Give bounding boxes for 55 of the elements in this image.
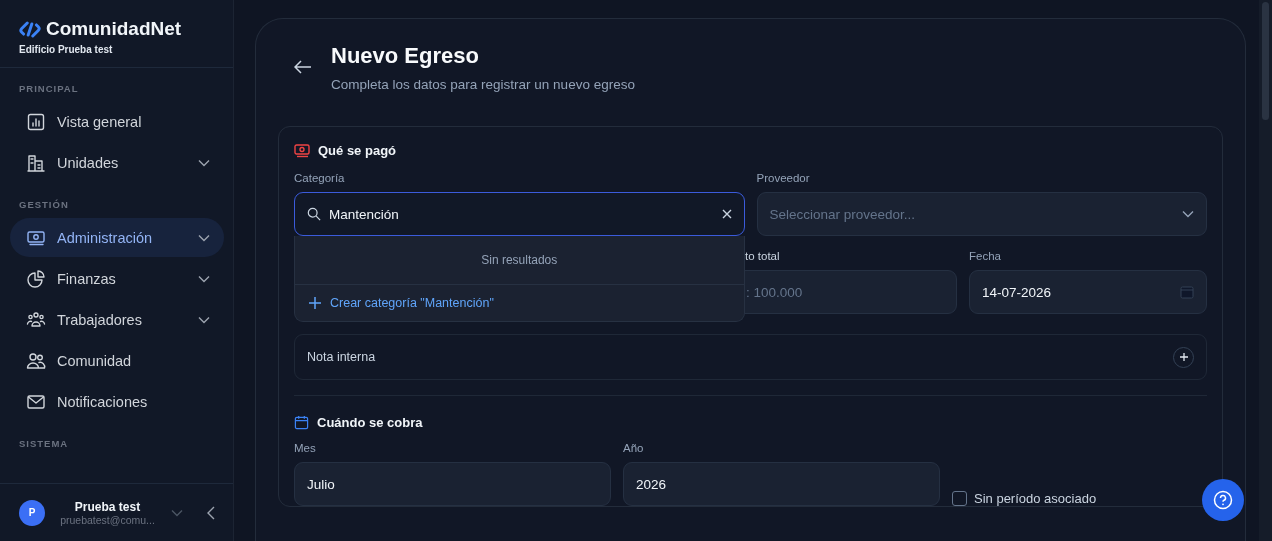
nav-item[interactable]: Administración: [10, 218, 224, 257]
back-arrow-icon[interactable]: [294, 60, 312, 74]
nav-item[interactable]: Trabajadores: [10, 300, 224, 339]
user-email: pruebatest@comu...: [60, 513, 155, 526]
category-search-field[interactable]: Mantención: [294, 192, 745, 236]
help-icon: [1213, 490, 1233, 510]
logo-icon: [19, 20, 41, 38]
cash-icon: [294, 143, 310, 158]
nav-item[interactable]: Unidades: [10, 143, 224, 182]
section-label: GESTIÓN: [18, 198, 70, 212]
nav-item[interactable]: Notificaciones: [10, 382, 224, 421]
field-label: Proveedor: [756, 172, 811, 184]
user-name: Prueba test: [74, 499, 141, 514]
nav-icon: [26, 309, 46, 330]
section-label: PRINCIPAL: [18, 82, 80, 96]
checkbox[interactable]: [952, 491, 967, 506]
month-select[interactable]: Julio: [294, 462, 611, 506]
page-subtitle: Completa los datos para registrar un nuevo egreso: [331, 77, 635, 92]
nav-icon: [26, 152, 46, 173]
collapse-icon[interactable]: [207, 505, 215, 520]
scrollbar-thumb[interactable]: [1262, 2, 1269, 120]
year-input[interactable]: 2026: [623, 462, 940, 506]
nav-icon: [26, 111, 46, 132]
chevron-down-icon: [198, 315, 210, 324]
calendar-icon: [294, 415, 309, 430]
plus-icon: [309, 297, 321, 309]
field-label: Año: [623, 442, 645, 454]
chevron-down-icon: [198, 233, 210, 242]
section-title: Cuándo se cobra: [317, 415, 423, 430]
note-field[interactable]: Nota interna: [294, 334, 1207, 380]
nav-icon: [26, 350, 46, 371]
nav-icon: [26, 268, 46, 289]
no-results-text: Sin resultados: [295, 236, 744, 285]
field-label: Mes: [294, 442, 317, 454]
chevron-down-icon: [1182, 210, 1194, 218]
chevron-down-icon: [198, 274, 210, 283]
field-label: Categoría: [294, 172, 346, 184]
field-label: to total: [744, 250, 781, 262]
section-title: Qué se pagó: [318, 143, 397, 158]
chevron-down-icon: [198, 158, 210, 167]
plus-icon: [1179, 353, 1188, 361]
nav-item[interactable]: Finanzas: [10, 259, 224, 298]
section-label: SISTEMA: [18, 437, 70, 451]
field-label: Fecha: [969, 250, 1002, 262]
nav-item[interactable]: Vista general: [10, 102, 224, 141]
brand-name: ComunidadNet: [46, 18, 182, 40]
close-icon[interactable]: [721, 209, 732, 219]
avatar: P: [19, 499, 45, 526]
checkbox-label: Sin período asociado: [974, 491, 1097, 506]
date-input[interactable]: 14-07-2026: [969, 270, 1207, 314]
page-title: Nuevo Egreso: [331, 43, 480, 69]
search-icon: [307, 207, 321, 221]
note-label: Nota interna: [307, 350, 376, 364]
building-name: Edificio Prueba test: [18, 43, 114, 55]
nav-item[interactable]: Comunidad: [10, 341, 224, 380]
